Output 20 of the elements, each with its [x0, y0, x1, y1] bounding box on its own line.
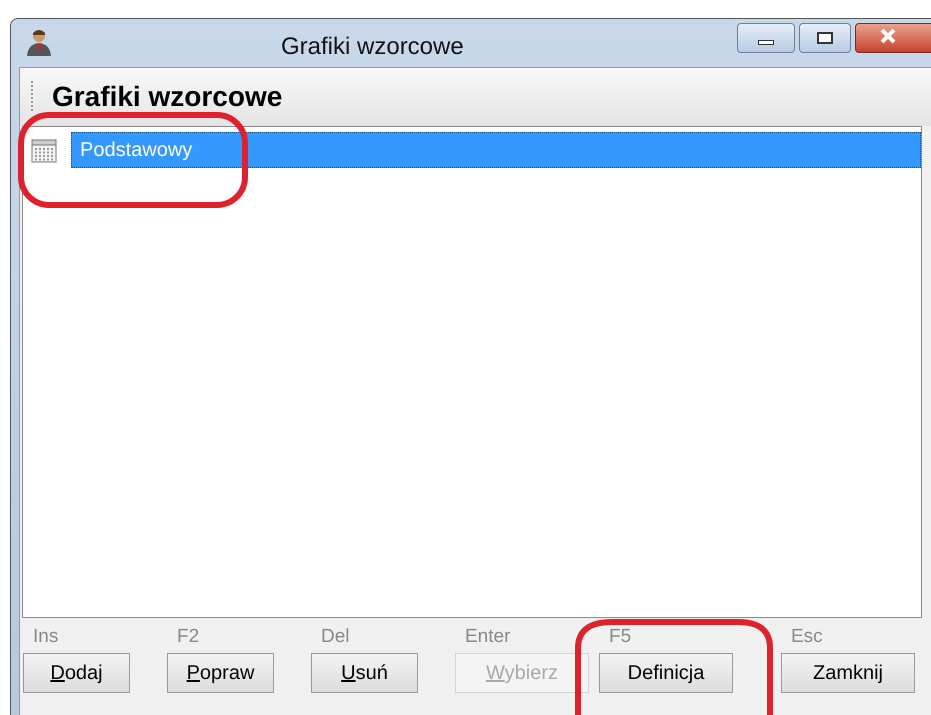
minimize-button[interactable] [737, 23, 795, 53]
action-button[interactable]: Popraw [167, 653, 274, 693]
window-title: Grafiki wzorcowe [281, 32, 464, 62]
shortcut-label: F2 [176, 626, 200, 648]
grip-icon [30, 80, 34, 114]
shortcut-label: F5 [608, 626, 632, 648]
shortcut-label: Del [320, 626, 351, 648]
action-button[interactable]: Definicja [599, 653, 733, 693]
action-button[interactable]: Dodaj [23, 653, 130, 693]
maximize-button[interactable] [799, 23, 851, 53]
shortcut-label: Ins [32, 626, 60, 648]
close-icon [878, 26, 898, 46]
person-icon [25, 27, 53, 57]
action-button[interactable]: Zamknij [781, 653, 915, 693]
action-button[interactable]: Usuń [311, 653, 418, 693]
shortcut-label: Enter [464, 626, 512, 648]
header-title: Grafiki wzorcowe [52, 80, 282, 114]
action-button: Wybierz [455, 653, 589, 693]
close-button[interactable] [855, 23, 931, 53]
shortcut-label: Esc [790, 626, 824, 648]
